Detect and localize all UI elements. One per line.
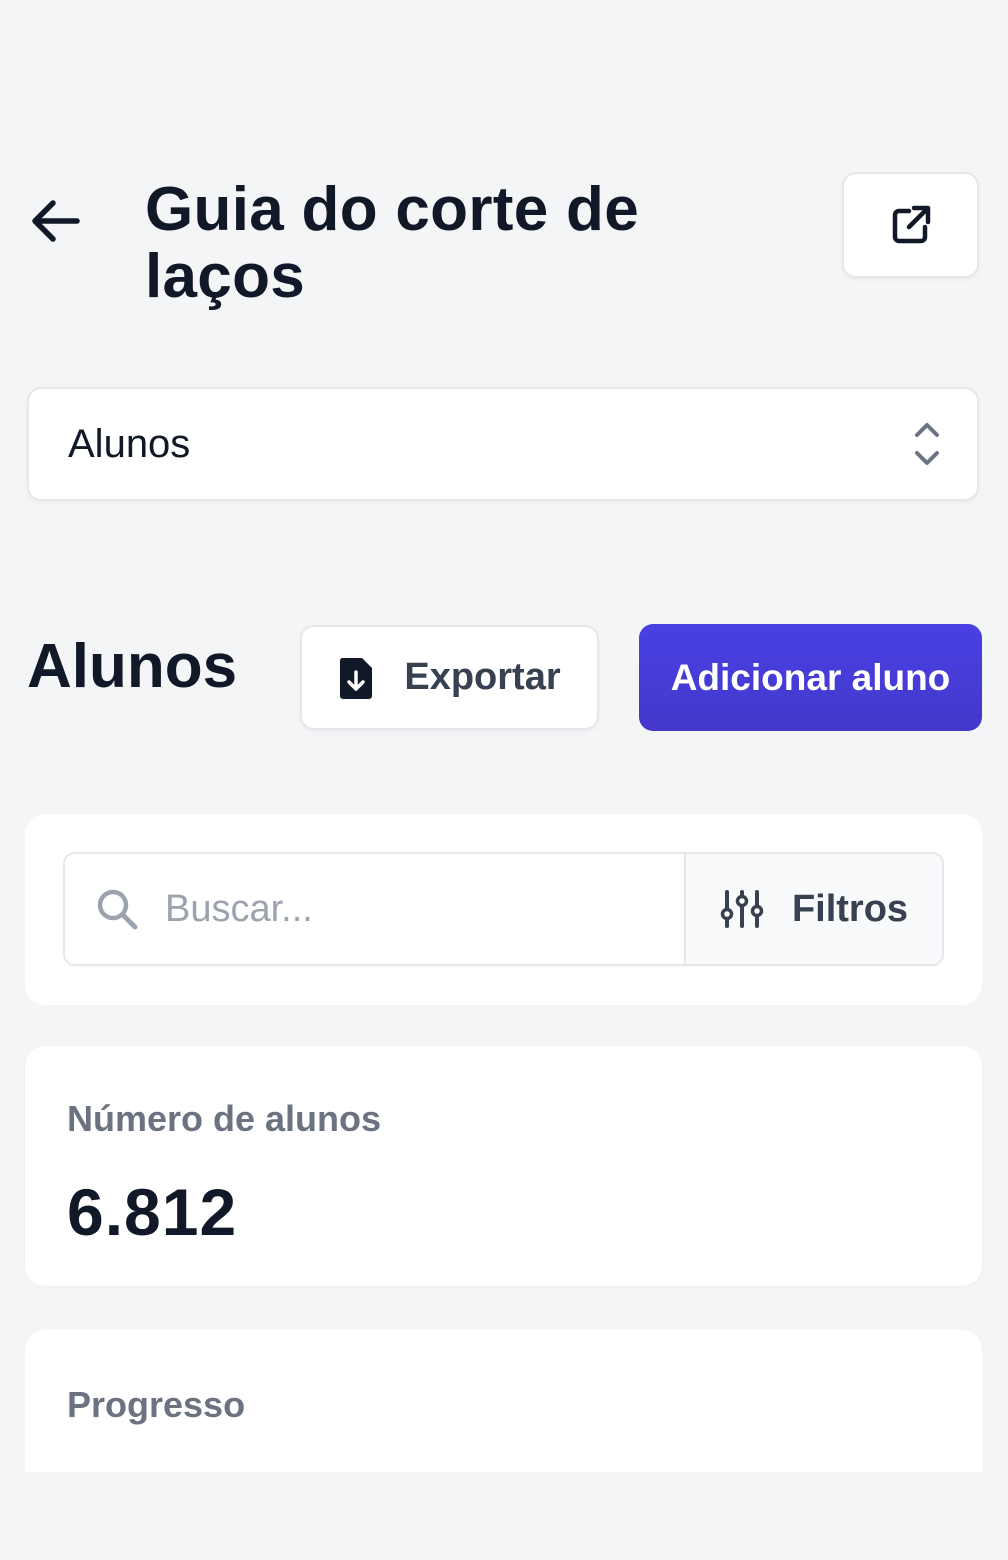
progress-label: Progresso (67, 1384, 246, 1425)
open-external-button[interactable] (842, 172, 979, 278)
filters-button[interactable]: Filtros (684, 854, 942, 964)
progress-card: Progresso (25, 1330, 982, 1472)
search-field[interactable] (65, 854, 684, 964)
view-select[interactable]: Alunos (27, 387, 979, 501)
page: Guia do corte de laços Alunos Alunos Exp… (0, 0, 1008, 1560)
students-count-card: Número de alunos 6.812 (25, 1046, 982, 1286)
students-count-label: Número de alunos (67, 1098, 382, 1139)
search-icon (97, 889, 138, 930)
search-input[interactable] (165, 887, 585, 931)
search-bar: Filtros (63, 852, 944, 966)
add-student-button-label: Adicionar aluno (670, 656, 951, 698)
page-title: Guia do corte de laços (145, 175, 639, 311)
export-button-label: Exportar (404, 656, 561, 698)
sliders-icon (720, 890, 764, 928)
search-card: Filtros (25, 814, 982, 1005)
section-title: Alunos (27, 632, 238, 701)
filters-button-label: Filtros (791, 887, 909, 930)
add-student-button[interactable]: Adicionar aluno (639, 624, 982, 731)
export-button[interactable]: Exportar (300, 625, 599, 730)
chevron-up-down-icon (915, 423, 939, 465)
back-button[interactable] (22, 188, 88, 254)
arrow-left-icon (32, 200, 80, 242)
external-link-icon (892, 205, 930, 244)
students-count-value: 6.812 (67, 1175, 238, 1249)
view-select-value: Alunos (68, 421, 191, 466)
file-download-icon (340, 657, 373, 699)
